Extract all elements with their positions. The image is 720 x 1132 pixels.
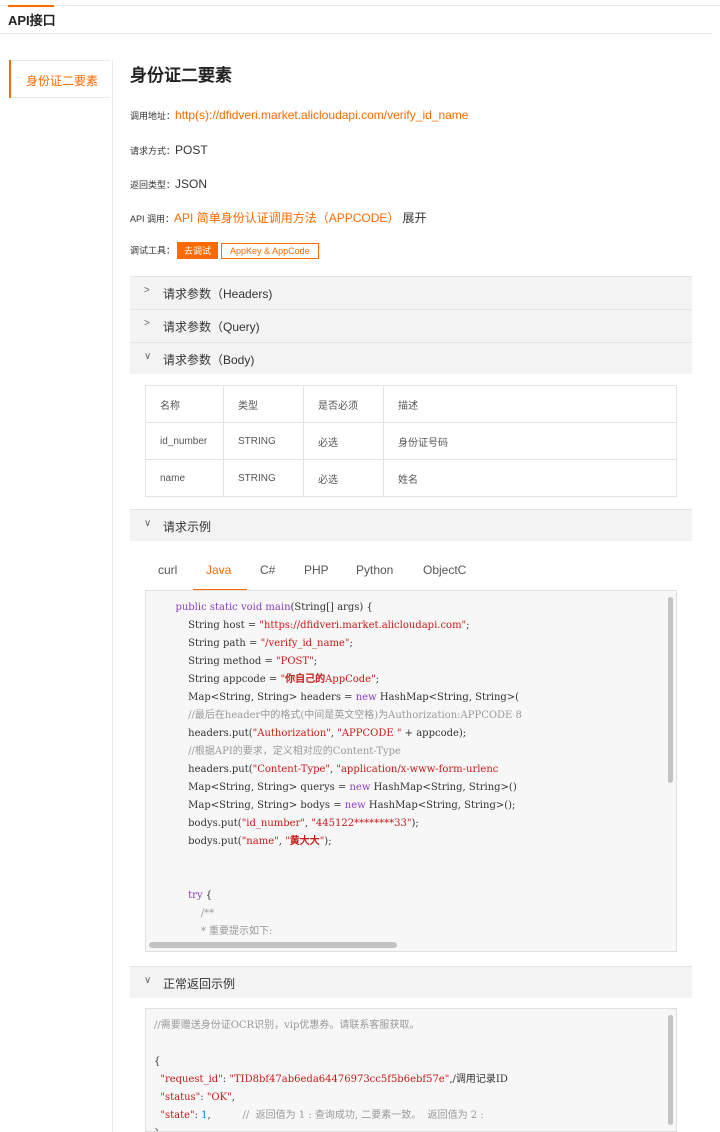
panel-query-label: 请求参数（Query) [163,320,260,334]
tab-python[interactable]: Python [356,563,393,577]
info-method-label: 请求方式： [130,146,176,156]
response-vertical-scrollbar[interactable] [668,1015,673,1125]
api-tab[interactable]: API接口 [8,10,56,29]
api-url-link[interactable]: http(s)://dfidveri.market.alicloudapi.co… [175,108,468,122]
table-header-cell: 名称 [145,385,224,423]
response-sample-box[interactable]: //需要赠送身份证OCR识别，vip优惠券。请联系客服获取。 { "reques… [145,1008,677,1132]
top-rule [0,5,720,6]
header-divider [0,33,712,34]
tab-csharp[interactable]: C# [260,563,275,577]
panel-query[interactable]: > 请求参数（Query) [130,309,692,342]
panel-request-example[interactable]: ∨ 请求示例 [130,509,692,541]
return-type-value: JSON [175,177,208,191]
sidebar: 身份证二要素 [9,60,113,1132]
info-tools-label: 调试工具： [130,245,176,256]
code-horizontal-scrollbar[interactable] [149,942,397,948]
table-row: id_number STRING 必选 身份证号码 [145,422,677,460]
table-header-cell: 描述 [383,385,677,423]
tab-curl[interactable]: curl [158,563,177,577]
api-tab-underline [8,5,54,7]
response-sample-text: //需要赠送身份证OCR识别，vip优惠券。请联系客服获取。 { "reques… [154,1020,508,1131]
table-cell: STRING [223,459,304,497]
panel-normal-response[interactable]: ∨ 正常返回示例 [130,966,692,998]
tab-java[interactable]: Java [206,563,231,577]
active-indicator [9,60,11,98]
panel-normal-response-label: 正常返回示例 [163,977,236,991]
code-sample-box[interactable]: public static void main(String[] args) {… [145,590,677,952]
code-vertical-scrollbar[interactable] [668,597,673,783]
info-api-call: API 调用：API 简单身份认证调用方法（APPCODE） 展开 [130,209,426,226]
chevron-down-icon: ∨ [144,518,152,529]
chevron-right-icon: > [144,318,150,329]
chevron-down-icon: ∨ [144,351,152,362]
method-value: POST [175,143,208,157]
page-title: 身份证二要素 [130,66,232,85]
tab-php[interactable]: PHP [304,563,329,577]
info-url-label: 调用地址： [130,111,176,121]
table-cell: 必选 [303,422,384,460]
code-language-tabs: curl Java C# PHP Python ObjectC [130,563,692,591]
table-cell: id_number [145,422,224,460]
table-cell: name [145,459,224,497]
code-sample-text: public static void main(String[] args) {… [175,602,522,937]
panel-headers-label: 请求参数（Headers) [163,287,273,301]
table-header-row: 名称 类型 是否必须 描述 [145,385,677,423]
sidebar-item-id-two-factor[interactable]: 身份证二要素 [9,60,110,98]
try-debug-button[interactable]: 去调试 [177,242,219,259]
info-return-type: 返回类型：JSON [130,177,207,191]
body-params-table: 名称 类型 是否必须 描述 id_number STRING 必选 身份证号码 … [145,385,677,497]
info-method: 请求方式：POST [130,143,208,157]
info-return-label: 返回类型： [130,180,176,190]
info-api-label: API 调用： [130,214,175,224]
table-cell: 身份证号码 [383,422,677,460]
table-cell: 姓名 [383,459,677,497]
table-cell: 必选 [303,459,384,497]
chevron-down-icon: ∨ [144,975,152,986]
panel-headers[interactable]: > 请求参数（Headers) [130,276,692,309]
appkey-appcode-button[interactable]: AppKey & AppCode [221,242,319,259]
table-row: name STRING 必选 姓名 [145,459,677,497]
table-header-cell: 是否必须 [303,385,384,423]
expand-link[interactable]: 展开 [402,211,426,225]
panel-body-label: 请求参数（Body) [163,353,255,367]
api-call-link[interactable]: API 简单身份认证调用方法（APPCODE） [174,211,399,225]
panel-body[interactable]: ∨ 请求参数（Body) [130,342,692,374]
panel-request-example-label: 请求示例 [163,520,212,534]
sidebar-item-label: 身份证二要素 [26,74,99,88]
info-url: 调用地址：http(s)://dfidveri.market.aliclouda… [130,108,468,122]
info-tools: 调试工具： 去调试 AppKey & AppCode [130,242,319,259]
tab-objectc[interactable]: ObjectC [423,563,466,577]
table-header-cell: 类型 [223,385,304,423]
chevron-right-icon: > [144,285,150,296]
table-cell: STRING [223,422,304,460]
